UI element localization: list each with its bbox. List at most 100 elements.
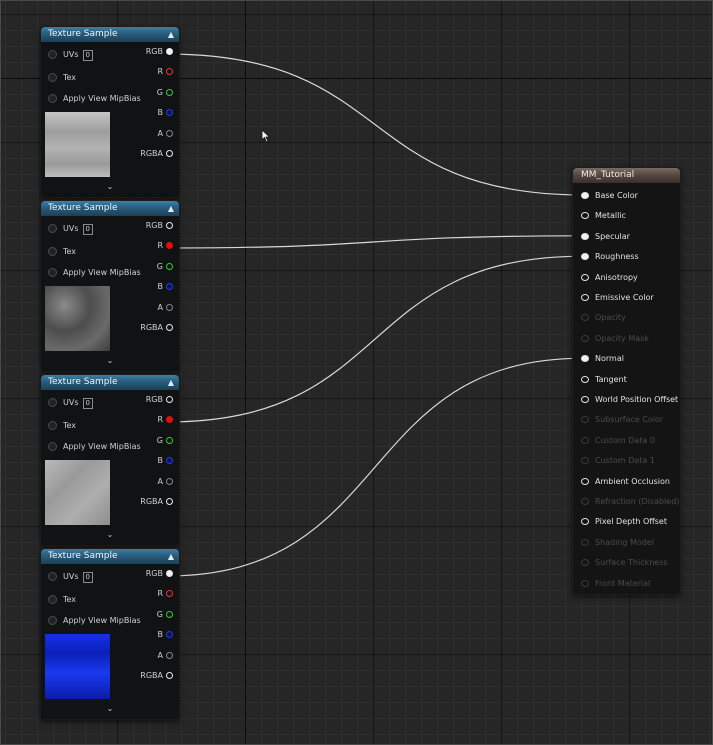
texture-sample-node[interactable]: Texture Sample ▲ UVs 0 Tex Apply View MipBias… bbox=[40, 26, 180, 198]
output-rgb[interactable]: RGB bbox=[146, 47, 173, 56]
output-a[interactable]: A bbox=[158, 303, 173, 312]
input-pin-icon[interactable] bbox=[581, 477, 589, 485]
input-pin-icon[interactable] bbox=[581, 375, 589, 383]
input-uvs[interactable]: UVs 0 bbox=[48, 572, 93, 583]
output-pin-icon[interactable] bbox=[166, 652, 173, 659]
output-pin-icon[interactable] bbox=[166, 130, 173, 137]
output-pin-icon[interactable] bbox=[166, 304, 173, 311]
input-uvs[interactable]: UVs 0 bbox=[48, 398, 93, 409]
output-rgba[interactable]: RGBA bbox=[140, 497, 173, 506]
connection-wire[interactable] bbox=[165, 235, 585, 249]
output-pin-icon[interactable] bbox=[166, 672, 173, 679]
texture-sample-node[interactable]: Texture Sample ▲ UVs 0 Tex Apply View MipBias… bbox=[40, 200, 180, 372]
output-g[interactable]: G bbox=[157, 88, 173, 97]
input-pin-icon[interactable] bbox=[48, 247, 57, 256]
input-apply-view-mipbias[interactable]: Apply View MipBias bbox=[48, 442, 141, 451]
connection-wire[interactable] bbox=[165, 255, 585, 423]
output-pin-icon[interactable] bbox=[166, 109, 173, 116]
output-pin-icon[interactable] bbox=[166, 150, 173, 157]
material-input-row[interactable]: Normal bbox=[581, 354, 624, 363]
texture-sample-node[interactable]: Texture Sample ▲ UVs 0 Tex Apply View MipBias… bbox=[40, 374, 180, 546]
uvs-value-field[interactable]: 0 bbox=[82, 398, 93, 409]
output-rgb[interactable]: RGB bbox=[146, 221, 173, 230]
input-pin-icon[interactable] bbox=[48, 398, 57, 407]
input-pin-icon[interactable] bbox=[581, 518, 589, 526]
chevron-down-icon[interactable]: ⌄ bbox=[41, 182, 179, 191]
node-title[interactable]: Texture Sample ▲ bbox=[41, 375, 179, 390]
output-pin-icon[interactable] bbox=[166, 590, 173, 597]
input-uvs[interactable]: UVs 0 bbox=[48, 224, 93, 235]
texture-thumbnail[interactable] bbox=[45, 112, 110, 177]
output-pin-icon[interactable] bbox=[166, 222, 173, 229]
texture-sample-node[interactable]: Texture Sample ▲ UVs 0 Tex Apply View MipBias… bbox=[40, 548, 180, 720]
input-pin-icon[interactable] bbox=[581, 355, 589, 363]
output-a[interactable]: A bbox=[158, 651, 173, 660]
output-g[interactable]: G bbox=[157, 610, 173, 619]
material-input-row[interactable]: Specular bbox=[581, 232, 630, 241]
output-pin-icon[interactable] bbox=[166, 396, 173, 403]
input-uvs[interactable]: UVs 0 bbox=[48, 50, 93, 61]
input-pin-icon[interactable] bbox=[581, 396, 589, 403]
output-pin-icon[interactable] bbox=[166, 89, 173, 96]
chevron-down-icon[interactable]: ⌄ bbox=[41, 356, 179, 365]
texture-thumbnail[interactable] bbox=[45, 286, 110, 351]
output-r[interactable]: R bbox=[157, 589, 173, 598]
input-pin-icon[interactable] bbox=[48, 595, 57, 604]
output-rgb[interactable]: RGB bbox=[146, 569, 173, 578]
material-input-row[interactable]: Pixel Depth Offset bbox=[581, 517, 667, 526]
node-title[interactable]: Texture Sample ▲ bbox=[41, 201, 179, 216]
texture-thumbnail[interactable] bbox=[45, 634, 110, 699]
output-a[interactable]: A bbox=[158, 129, 173, 138]
input-tex[interactable]: Tex bbox=[48, 247, 76, 256]
material-input-row[interactable]: Metallic bbox=[581, 211, 626, 220]
output-a[interactable]: A bbox=[158, 477, 173, 486]
uvs-value-field[interactable]: 0 bbox=[82, 50, 93, 61]
output-pin-icon[interactable] bbox=[166, 263, 173, 270]
material-input-row[interactable]: Anisotropy bbox=[581, 273, 638, 282]
material-input-row[interactable]: Ambient Occlusion bbox=[581, 477, 670, 486]
output-pin-icon[interactable] bbox=[166, 48, 173, 55]
connection-wire[interactable] bbox=[165, 357, 585, 577]
input-pin-icon[interactable] bbox=[48, 73, 57, 82]
input-pin-icon[interactable] bbox=[581, 273, 589, 281]
chevron-up-icon[interactable]: ▲ bbox=[168, 375, 174, 390]
uvs-value-field[interactable]: 0 bbox=[82, 224, 93, 235]
input-pin-icon[interactable] bbox=[581, 212, 589, 220]
material-input-row[interactable]: World Position Offset bbox=[581, 395, 678, 404]
input-apply-view-mipbias[interactable]: Apply View MipBias bbox=[48, 268, 141, 277]
chevron-up-icon[interactable]: ▲ bbox=[168, 27, 174, 42]
input-tex[interactable]: Tex bbox=[48, 421, 76, 430]
chevron-up-icon[interactable]: ▲ bbox=[168, 201, 174, 216]
input-tex[interactable]: Tex bbox=[48, 595, 76, 604]
input-pin-icon[interactable] bbox=[48, 616, 57, 625]
input-apply-view-mipbias[interactable]: Apply View MipBias bbox=[48, 616, 141, 625]
input-pin-icon[interactable] bbox=[48, 94, 57, 103]
chevron-up-icon[interactable]: ▲ bbox=[168, 549, 174, 564]
material-node-title[interactable]: MM_Tutorial bbox=[573, 168, 680, 183]
input-pin-icon[interactable] bbox=[581, 253, 589, 261]
output-pin-icon[interactable] bbox=[166, 437, 173, 444]
output-pin-icon[interactable] bbox=[166, 324, 173, 331]
input-pin-icon[interactable] bbox=[581, 294, 589, 301]
node-title[interactable]: Texture Sample ▲ bbox=[41, 549, 179, 564]
output-pin-icon[interactable] bbox=[166, 570, 173, 577]
output-r[interactable]: R bbox=[157, 67, 173, 76]
material-graph-canvas[interactable]: Texture Sample ▲ UVs 0 Tex Apply View MipBias… bbox=[0, 0, 713, 745]
input-pin-icon[interactable] bbox=[581, 232, 589, 240]
input-tex[interactable]: Tex bbox=[48, 73, 76, 82]
material-result-node[interactable]: MM_Tutorial Base Color Metallic Specular Ro… bbox=[572, 167, 681, 595]
output-b[interactable]: B bbox=[158, 630, 173, 639]
output-pin-icon[interactable] bbox=[166, 283, 173, 290]
chevron-down-icon[interactable]: ⌄ bbox=[41, 704, 179, 713]
output-r[interactable]: R bbox=[157, 241, 173, 250]
output-pin-icon[interactable] bbox=[166, 631, 173, 638]
input-pin-icon[interactable] bbox=[48, 572, 57, 581]
output-b[interactable]: B bbox=[158, 456, 173, 465]
input-pin-icon[interactable] bbox=[48, 421, 57, 430]
output-pin-icon[interactable] bbox=[166, 478, 173, 485]
output-pin-icon[interactable] bbox=[166, 611, 173, 618]
output-pin-icon[interactable] bbox=[166, 68, 173, 75]
output-r[interactable]: R bbox=[157, 415, 173, 424]
material-input-row[interactable]: Base Color bbox=[581, 191, 638, 200]
output-rgb[interactable]: RGB bbox=[146, 395, 173, 404]
